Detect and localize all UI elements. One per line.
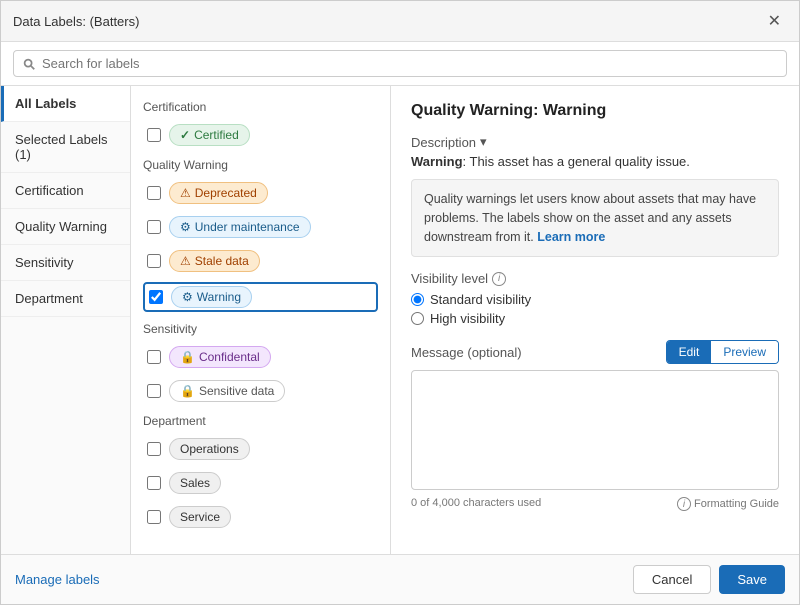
edit-preview-tabs: Edit Preview — [666, 340, 779, 364]
footer-buttons: Cancel Save — [633, 565, 785, 594]
section-title-sensitivity: Sensitivity — [143, 322, 378, 336]
message-label: Message (optional) — [411, 345, 522, 360]
badge-certified[interactable]: ✓ Certified — [169, 124, 250, 146]
checkbox-stale-data[interactable] — [147, 254, 161, 268]
label-row-sales: Sales — [143, 470, 378, 496]
label-row-deprecated: ⚠ Deprecated — [143, 180, 378, 206]
close-button[interactable]: ✕ — [762, 9, 787, 33]
label-row-service: Service — [143, 504, 378, 530]
maintenance-icon: ⚙ — [180, 220, 191, 234]
search-wrap — [13, 50, 787, 77]
visibility-info-icon[interactable]: i — [492, 272, 506, 286]
chevron-down-icon: ▾ — [480, 134, 487, 150]
sidebar: All Labels Selected Labels (1) Certifica… — [1, 86, 131, 554]
section-title-quality-warning: Quality Warning — [143, 158, 378, 172]
label-row-sensitive-data: 🔒 Sensitive data — [143, 378, 378, 404]
label-row-warning: ⚙ Warning — [143, 282, 378, 312]
label-panel: Certification ✓ Certified Quality Warnin… — [131, 86, 391, 554]
message-textarea[interactable] — [411, 370, 779, 490]
badge-sales[interactable]: Sales — [169, 472, 221, 494]
badge-operations[interactable]: Operations — [169, 438, 250, 460]
checkbox-sensitive-data[interactable] — [147, 384, 161, 398]
dialog-header: Data Labels: (Batters) ✕ — [1, 1, 799, 42]
label-row-certified: ✓ Certified — [143, 122, 378, 148]
char-count: 0 of 4,000 characters used — [411, 497, 541, 511]
format-guide[interactable]: i Formatting Guide — [677, 497, 779, 511]
badge-confidential[interactable]: 🔒 Confidental — [169, 346, 271, 368]
sidebar-item-sensitivity[interactable]: Sensitivity — [1, 245, 130, 281]
manage-labels-link[interactable]: Manage labels — [15, 572, 100, 587]
search-icon — [22, 57, 36, 71]
description-text: Warning: This asset has a general qualit… — [411, 154, 779, 169]
description-label: Description — [411, 135, 476, 150]
badge-deprecated[interactable]: ⚠ Deprecated — [169, 182, 268, 204]
visibility-section: Visibility level i Standard visibility H… — [411, 271, 779, 326]
detail-title: Quality Warning: Warning — [411, 102, 779, 120]
checkbox-certified[interactable] — [147, 128, 161, 142]
dialog: Data Labels: (Batters) ✕ All Labels Sele… — [0, 0, 800, 605]
checkbox-under-maintenance[interactable] — [147, 220, 161, 234]
sidebar-item-certification[interactable]: Certification — [1, 173, 130, 209]
badge-service[interactable]: Service — [169, 506, 231, 528]
dialog-footer: Manage labels Cancel Save — [1, 554, 799, 604]
cancel-button[interactable]: Cancel — [633, 565, 711, 594]
sensitive-icon: 🔒 — [180, 384, 195, 398]
checkbox-confidential[interactable] — [147, 350, 161, 364]
learn-more-link[interactable]: Learn more — [537, 230, 605, 244]
label-row-under-maintenance: ⚙ Under maintenance — [143, 214, 378, 240]
stale-icon: ⚠ — [180, 254, 191, 268]
standard-visibility-label: Standard visibility — [430, 292, 531, 307]
dialog-body: All Labels Selected Labels (1) Certifica… — [1, 86, 799, 554]
badge-stale-data[interactable]: ⚠ Stale data — [169, 250, 260, 272]
radio-standard[interactable] — [411, 293, 424, 306]
preview-tab[interactable]: Preview — [711, 341, 778, 363]
description-rest: : This asset has a general quality issue… — [463, 154, 690, 169]
warning-icon: ⚙ — [182, 290, 193, 304]
certified-icon: ✓ — [180, 128, 190, 142]
badge-under-maintenance[interactable]: ⚙ Under maintenance — [169, 216, 311, 238]
save-button[interactable]: Save — [719, 565, 785, 594]
description-bold: Warning — [411, 154, 463, 169]
badge-warning[interactable]: ⚙ Warning — [171, 286, 252, 308]
info-box: Quality warnings let users know about as… — [411, 179, 779, 257]
checkbox-operations[interactable] — [147, 442, 161, 456]
section-title-department: Department — [143, 414, 378, 428]
message-section: Message (optional) Edit Preview 0 of 4,0… — [411, 340, 779, 511]
label-row-confidential: 🔒 Confidental — [143, 344, 378, 370]
sidebar-item-all-labels[interactable]: All Labels — [1, 86, 130, 122]
badge-sensitive-data[interactable]: 🔒 Sensitive data — [169, 380, 285, 402]
format-guide-icon: i — [677, 497, 691, 511]
message-header: Message (optional) Edit Preview — [411, 340, 779, 364]
radio-standard-visibility: Standard visibility — [411, 292, 779, 307]
dialog-title: Data Labels: (Batters) — [13, 14, 139, 29]
char-count-row: 0 of 4,000 characters used i Formatting … — [411, 497, 779, 511]
search-bar — [1, 42, 799, 86]
checkbox-sales[interactable] — [147, 476, 161, 490]
radio-high-visibility: High visibility — [411, 311, 779, 326]
deprecated-icon: ⚠ — [180, 186, 191, 200]
sidebar-item-quality-warning[interactable]: Quality Warning — [1, 209, 130, 245]
sidebar-item-selected-labels[interactable]: Selected Labels (1) — [1, 122, 130, 173]
label-row-operations: Operations — [143, 436, 378, 462]
checkbox-deprecated[interactable] — [147, 186, 161, 200]
confidential-icon: 🔒 — [180, 350, 195, 364]
high-visibility-label: High visibility — [430, 311, 505, 326]
description-header[interactable]: Description ▾ — [411, 134, 779, 150]
section-title-certification: Certification — [143, 100, 378, 114]
checkbox-warning[interactable] — [149, 290, 163, 304]
search-input[interactable] — [42, 56, 778, 71]
sidebar-item-department[interactable]: Department — [1, 281, 130, 317]
edit-tab[interactable]: Edit — [667, 341, 712, 363]
label-row-stale-data: ⚠ Stale data — [143, 248, 378, 274]
checkbox-service[interactable] — [147, 510, 161, 524]
visibility-label: Visibility level i — [411, 271, 779, 286]
radio-high[interactable] — [411, 312, 424, 325]
detail-panel: Quality Warning: Warning Description ▾ W… — [391, 86, 799, 554]
